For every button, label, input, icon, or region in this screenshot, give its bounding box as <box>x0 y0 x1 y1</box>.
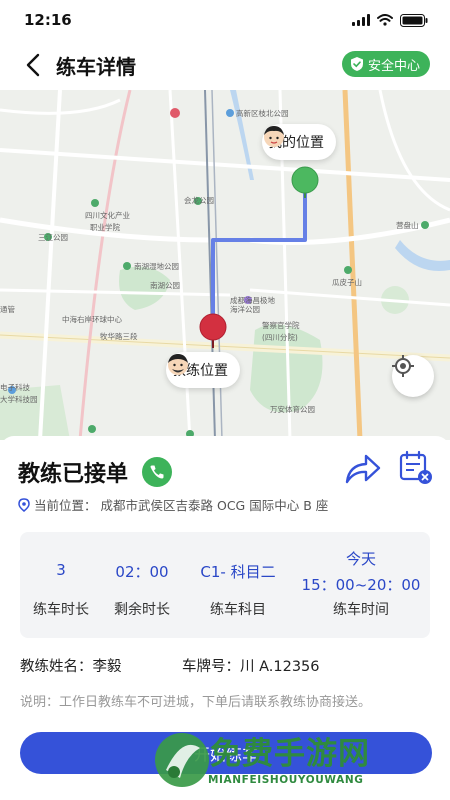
stat-value-range: 15：00~20：00 <box>301 576 421 594</box>
my-location-bubble: 我的位置 <box>262 124 336 160</box>
wifi-icon <box>377 14 393 26</box>
chevron-left-icon <box>26 53 40 77</box>
svg-text:成都海昌极地: 成都海昌极地 <box>230 295 275 305</box>
svg-text:职业学院: 职业学院 <box>90 222 120 232</box>
share-icon[interactable] <box>344 452 382 486</box>
stat-value: C1- 科目二 <box>200 563 276 581</box>
stat-subject: C1- 科目二 练车科目 <box>182 532 294 638</box>
page-title: 练车详情 <box>56 54 136 79</box>
stat-remaining: 02：00 剩余时长 <box>102 532 182 638</box>
stat-value: 02：00 <box>115 563 169 581</box>
signal-icon <box>352 14 370 26</box>
location-pin-icon <box>18 497 30 512</box>
svg-text:会龙公园: 会龙公园 <box>184 195 214 205</box>
svg-text:通管: 通管 <box>0 304 15 314</box>
practice-info-card: 3 练车时长 02：00 剩余时长 C1- 科目二 练车科目 今天 15：00~… <box>20 532 430 638</box>
current-location-row: 当前位置： 成都市武侯区吉泰路 OCG 国际中心 B 座 <box>18 495 328 514</box>
status-time: 12:16 <box>24 11 72 29</box>
user-avatar-icon <box>264 126 284 147</box>
locate-button[interactable] <box>392 355 434 397</box>
coach-name-row: 教练姓名：李毅 <box>20 655 122 676</box>
plate-value: 川 A.12356 <box>240 659 320 675</box>
back-button[interactable] <box>10 42 56 88</box>
start-practice-label: 开始练车 <box>193 745 258 764</box>
order-status-row: 教练已接单 <box>18 456 173 488</box>
coach-name-label: 教练姓名： <box>20 659 93 675</box>
svg-text:高新区枝北公园: 高新区枝北公园 <box>236 108 289 118</box>
coach-avatar-icon <box>168 354 188 375</box>
stat-duration: 3 练车时长 <box>20 532 102 638</box>
my-location-pin <box>291 166 319 194</box>
stat-value-day: 今天 <box>345 550 376 568</box>
svg-text:南湖湿地公园: 南湖湿地公园 <box>134 261 179 271</box>
stat-time: 今天 15：00~20：00 练车时间 <box>296 532 426 638</box>
stat-label: 练车时长 <box>33 602 89 618</box>
svg-text:电子科技: 电子科技 <box>0 382 30 392</box>
svg-text:警察官学院: 警察官学院 <box>262 320 300 330</box>
safety-center-label: 安全中心 <box>367 58 420 74</box>
current-location-prefix: 当前位置： <box>34 498 97 513</box>
order-status-title: 教练已接单 <box>18 462 129 487</box>
shield-icon <box>350 57 363 71</box>
phone-icon <box>150 465 164 479</box>
calendar-cancel-icon[interactable] <box>398 450 434 486</box>
stat-label: 练车时间 <box>333 602 389 618</box>
battery-icon <box>400 13 428 27</box>
status-bar: 12:16 <box>0 0 450 40</box>
svg-text:(四川分院): (四川分院) <box>262 332 298 342</box>
header: 练车详情 安全中心 <box>0 40 450 90</box>
svg-text:瓜皮子山: 瓜皮子山 <box>332 277 362 287</box>
start-practice-button[interactable]: 开始练车 <box>20 732 432 774</box>
svg-text:海洋公园: 海洋公园 <box>230 304 260 314</box>
map[interactable]: 高新区枝北公园 四川文化产业 职业学院 三江公园 南湖湿地公园 南湖公园 会龙公… <box>0 90 450 440</box>
svg-text:万安体育公园: 万安体育公园 <box>270 404 315 414</box>
svg-text:牧华路三段: 牧华路三段 <box>100 331 138 341</box>
current-location-value: 成都市武侯区吉泰路 OCG 国际中心 B 座 <box>100 498 329 513</box>
coach-name-value: 李毅 <box>92 659 122 675</box>
notice-text: 说明：工作日教练车不可进城，下单后请联系教练协商接送。 <box>20 695 372 710</box>
svg-text:南湖公园: 南湖公园 <box>150 280 180 290</box>
coach-location-pin <box>199 313 227 341</box>
svg-text:四川文化产业: 四川文化产业 <box>85 210 130 220</box>
svg-text:大学科技园: 大学科技园 <box>0 394 38 404</box>
svg-text:三江公园: 三江公园 <box>38 233 68 242</box>
plate-label: 车牌号： <box>182 659 240 675</box>
stat-label: 剩余时长 <box>114 602 170 618</box>
svg-text:中海右岸环球中心: 中海右岸环球中心 <box>62 314 122 324</box>
stat-value: 3 <box>56 561 66 579</box>
plate-row: 车牌号：川 A.12356 <box>182 655 320 676</box>
safety-center-button[interactable]: 安全中心 <box>341 51 430 77</box>
stat-label: 练车科目 <box>210 602 266 618</box>
svg-text:营盘山: 营盘山 <box>396 220 419 230</box>
coach-location-bubble: 教练位置 <box>166 352 240 388</box>
order-sheet: 教练已接单 当前位置： 成都市武侯区吉泰路 OCG 国际中心 B 座 3 练车时… <box>0 436 450 800</box>
call-coach-button[interactable] <box>142 457 173 487</box>
crosshair-icon <box>392 355 414 377</box>
status-icons <box>352 13 428 27</box>
